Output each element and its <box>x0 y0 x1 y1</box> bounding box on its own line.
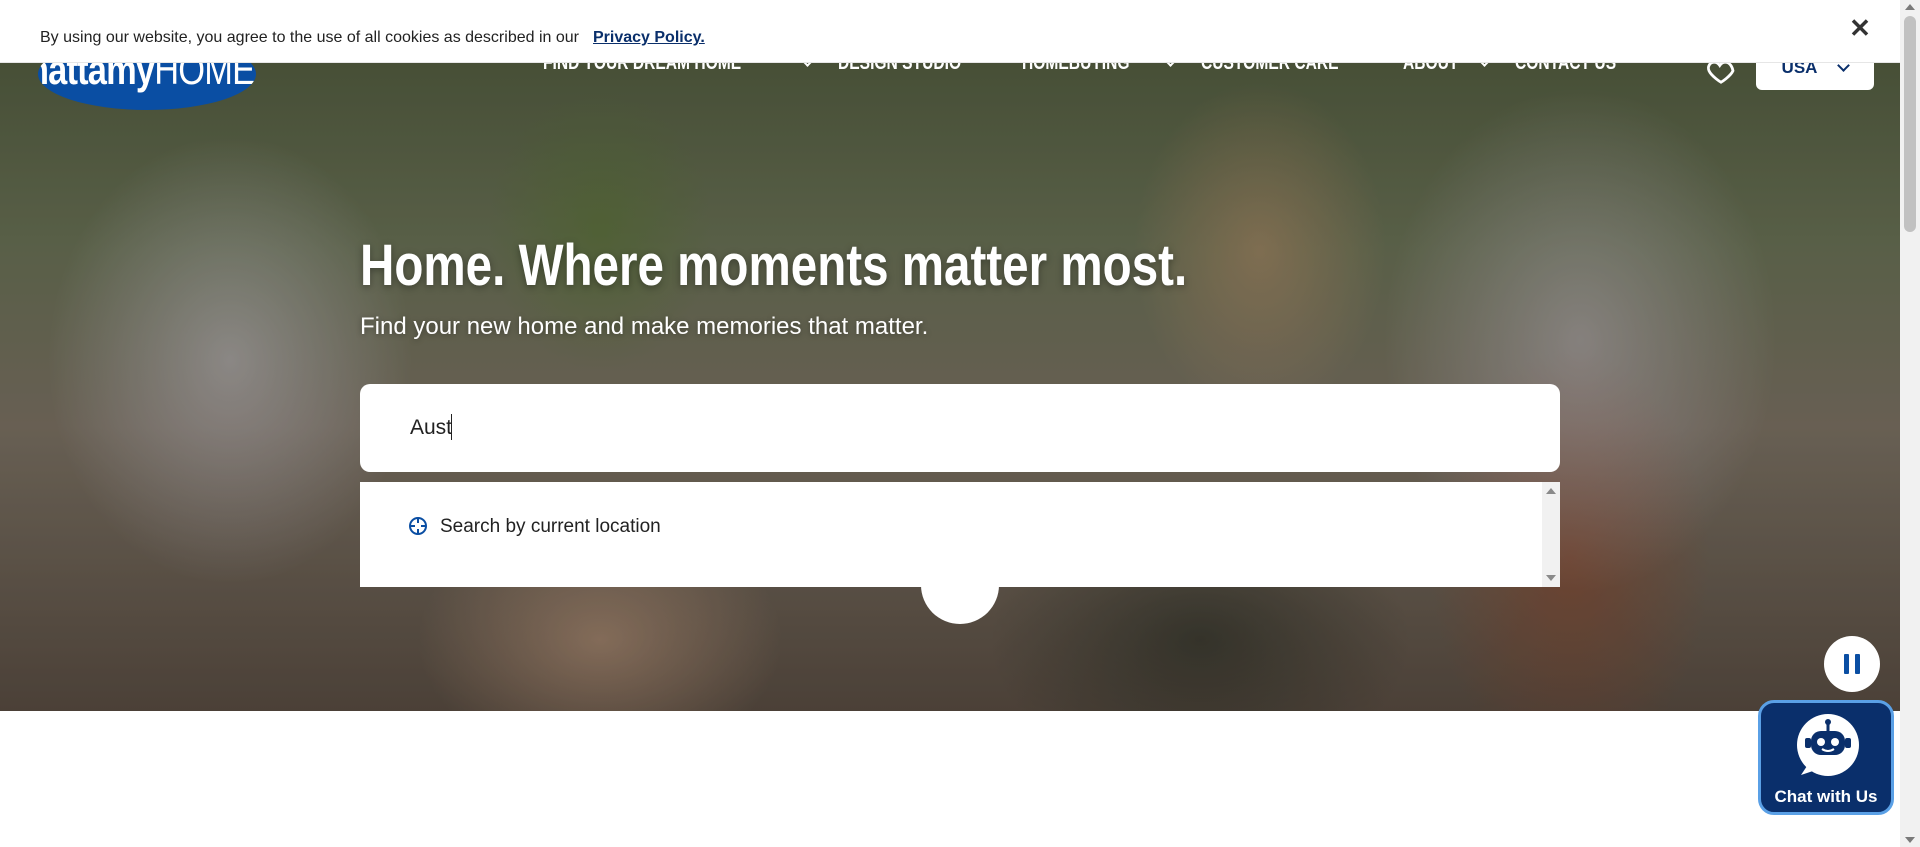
search-by-current-location-option[interactable]: Search by current location <box>440 516 661 538</box>
page-scrollbar[interactable] <box>1900 0 1920 847</box>
hero-subhead: Find your new home and make memories tha… <box>360 313 929 340</box>
dropdown-scrollbar[interactable] <box>1542 482 1560 587</box>
hero-headline: Home. Where moments matter most. <box>360 233 1188 298</box>
chat-label: Chat with Us <box>1774 787 1878 806</box>
location-search-input[interactable] <box>410 412 1510 444</box>
chatbot-icon <box>1797 714 1859 776</box>
hero-banner: mattamyHOMES FIND YOUR DREAM HOME DESIGN… <box>0 0 1900 711</box>
privacy-policy-link[interactable]: Privacy Policy. <box>593 29 705 47</box>
search-suggestions-dropdown: Search by current location <box>360 482 1560 587</box>
page-scrollbar-thumb[interactable] <box>1904 16 1916 232</box>
pause-video-button[interactable] <box>1824 636 1880 692</box>
scroll-down-arrow-icon[interactable] <box>1905 837 1915 843</box>
cookie-text: By using our website, you agree to the u… <box>40 29 579 46</box>
close-icon[interactable]: ✕ <box>1846 13 1874 43</box>
location-search-box[interactable] <box>360 384 1560 472</box>
text-caret <box>451 414 452 440</box>
scroll-up-arrow-icon[interactable] <box>1546 488 1556 494</box>
pause-icon <box>1844 654 1849 674</box>
crosshair-location-icon <box>409 517 427 535</box>
cookie-banner: By using our website, you agree to the u… <box>0 0 1900 63</box>
scroll-up-arrow-icon[interactable] <box>1905 4 1915 10</box>
chat-widget-button[interactable]: Chat with Us <box>1758 700 1894 815</box>
scroll-down-arrow-icon[interactable] <box>1546 575 1556 581</box>
pause-icon-bar <box>1855 654 1860 674</box>
